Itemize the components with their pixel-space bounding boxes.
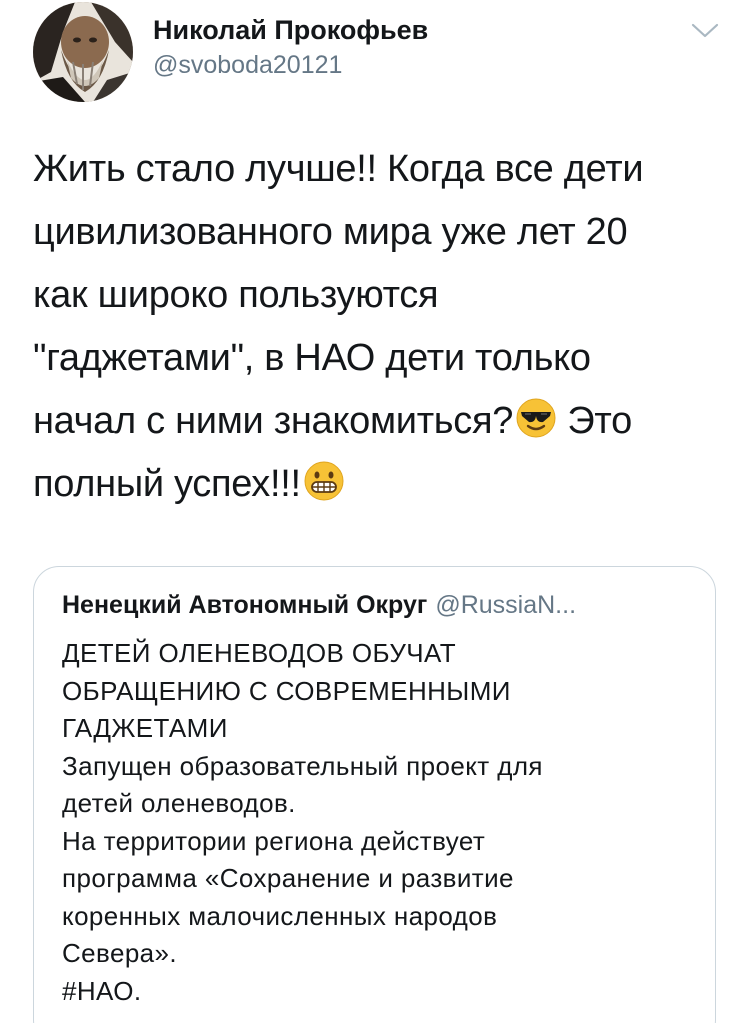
avatar[interactable]: [33, 2, 133, 102]
author-name[interactable]: Николай Прокофьев: [153, 15, 428, 46]
tweet-text-line: цивилизованного мира уже лет 20: [33, 211, 628, 253]
chevron-down-icon[interactable]: [690, 20, 720, 42]
tweet: Николай Прокофьев @svoboda20121 Жить ста…: [0, 0, 750, 1023]
tweet-text-segment: начал с ними знакомиться?: [33, 400, 514, 442]
sunglasses-emoji-icon: [515, 396, 557, 438]
quoted-tweet-card[interactable]: Ненецкий Автономный Округ @RussiaN... ДЕТ…: [33, 566, 716, 1023]
tweet-text-segment: Это: [567, 400, 632, 442]
author-handle[interactable]: @svoboda20121: [153, 51, 342, 80]
quoted-tweet-line: ГАДЖЕТАМИ: [62, 713, 228, 743]
tweet-text-line: "гаджетами", в НАО дети только: [33, 337, 591, 379]
quoted-tweet-author-name: Ненецкий Автономный Округ: [62, 591, 428, 619]
tweet-text-line: как широко пользуются: [33, 274, 439, 316]
quoted-tweet-line: ОБРАЩЕНИЮ С СОВРЕМЕННЫМИ: [62, 675, 511, 706]
quoted-tweet-line: коренных малочисленных народов: [62, 900, 498, 931]
tweet-text: Жить стало лучше!! Когда все дети цивили…: [33, 138, 723, 516]
avatar-image: [33, 2, 133, 102]
hashtag-link[interactable]: #НАО.: [62, 973, 702, 1011]
quoted-tweet-author: Ненецкий Автономный Округ @RussiaN...: [62, 591, 576, 620]
quoted-tweet-line: Запущен образовательный проект для: [62, 750, 543, 781]
quoted-tweet-line: ДЕТЕЙ ОЛЕНЕВОДОВ ОБУЧАТ: [62, 638, 456, 668]
grimacing-emoji-icon: [303, 459, 345, 501]
quoted-tweet-line: программа «Сохранение и развитие: [62, 863, 514, 893]
tweet-text-line: полный успех!!!: [33, 453, 723, 516]
tweet-text-segment: полный успех!!!: [33, 463, 301, 505]
tweet-text-line: Жить стало лучше!! Когда все дети: [33, 148, 644, 190]
quoted-tweet-line: детей оленеводов.: [62, 788, 296, 818]
tweet-text-line: начал с ними знакомиться? Это: [33, 390, 723, 453]
quoted-tweet-line: Севера».: [62, 938, 178, 968]
quoted-tweet-text: ДЕТЕЙ ОЛЕНЕВОДОВ ОБУЧАТ ОБРАЩЕНИЮ С СОВР…: [62, 635, 702, 1010]
quoted-tweet-author-handle: @RussiaN...: [435, 591, 577, 619]
quoted-tweet-line: На территории региона действует: [62, 825, 486, 856]
